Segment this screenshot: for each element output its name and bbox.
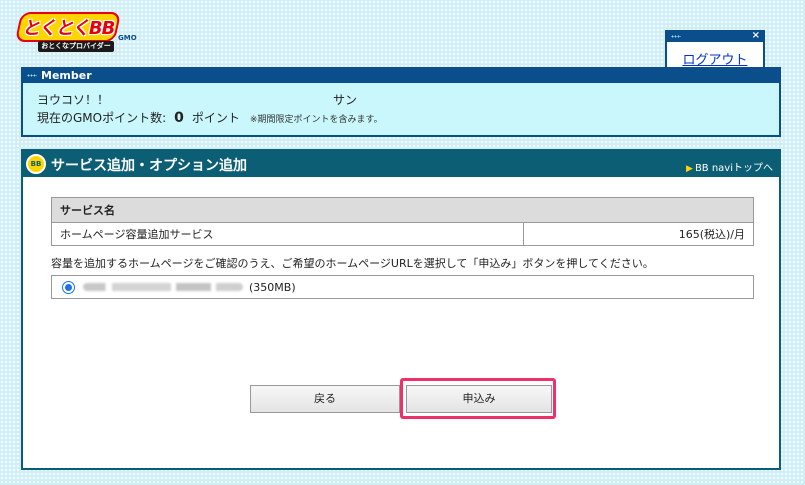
bb-navi-top-link[interactable]: ▶ BB naviトップへ (686, 159, 773, 174)
member-name-suffix: サン (333, 93, 358, 107)
points-note: ※期間限定ポイントを含みます。 (249, 115, 383, 125)
homepage-url-option[interactable]: (350MB) (51, 275, 754, 299)
logo-subtitle: おとくなプロバイダー (38, 41, 114, 52)
table-row: ホームページ容量追加サービス 165(税込)/月 (51, 222, 755, 246)
tokutoku-bb-logo[interactable]: とくとくBB おとくなプロバイダー GMO (14, 12, 137, 54)
member-panel-header: Member (23, 69, 779, 83)
service-name-cell: ホームページ容量追加サービス (51, 222, 524, 246)
page-title: サービス追加・オプション追加 (51, 158, 247, 174)
member-panel-title: Member (41, 69, 92, 82)
table-header-row: サービス名 (51, 197, 754, 223)
service-add-panel: BB サービス追加・オプション追加 ▶ BB naviトップへ サービス名 ホーム… (21, 149, 781, 470)
service-add-header: BB サービス追加・オプション追加 ▶ BB naviトップへ (23, 151, 779, 177)
homepage-url-radio[interactable] (62, 280, 75, 294)
dots-decoration-icon (671, 35, 681, 38)
homepage-url-size: (350MB) (249, 280, 296, 294)
points-unit: ポイント (191, 111, 240, 125)
redacted-url (83, 283, 243, 291)
points-label: 現在のGMOポイント数: (37, 111, 167, 125)
member-greeting: ヨウコソ！！ (37, 93, 110, 107)
bb-badge-icon: BB (26, 154, 46, 174)
close-icon[interactable]: × (752, 30, 760, 41)
logout-link[interactable]: ログアウト (667, 49, 763, 68)
apply-button-highlight (400, 378, 556, 419)
member-panel: Member ヨウコソ！！ サン 現在のGMOポイント数: 0 ポイント ※期間… (21, 67, 781, 137)
service-price-cell: 165(税込)/月 (522, 222, 755, 246)
dots-decoration-icon (27, 74, 37, 77)
triangle-right-icon: ▶ (686, 164, 693, 174)
logout-panel-bar: × (667, 30, 763, 42)
logo-main-text: とくとくBB (21, 18, 115, 39)
points-value: 0 (174, 110, 184, 126)
logo-main-badge: とくとくBB (14, 12, 122, 42)
table-header-service-name: サービス名 (51, 197, 754, 223)
instruction-text: 容量を追加するホームページをご確認のうえ、ご希望のホームページURLを選択して「… (51, 257, 654, 270)
member-points-line: 現在のGMOポイント数: 0 ポイント ※期間限定ポイントを含みます。 (37, 109, 383, 126)
service-table: サービス名 ホームページ容量追加サービス 165(税込)/月 (51, 197, 755, 246)
logo-gmo: GMO (118, 34, 137, 42)
back-button[interactable]: 戻る (250, 385, 400, 413)
bb-navi-top-label: BB naviトップへ (694, 163, 773, 174)
